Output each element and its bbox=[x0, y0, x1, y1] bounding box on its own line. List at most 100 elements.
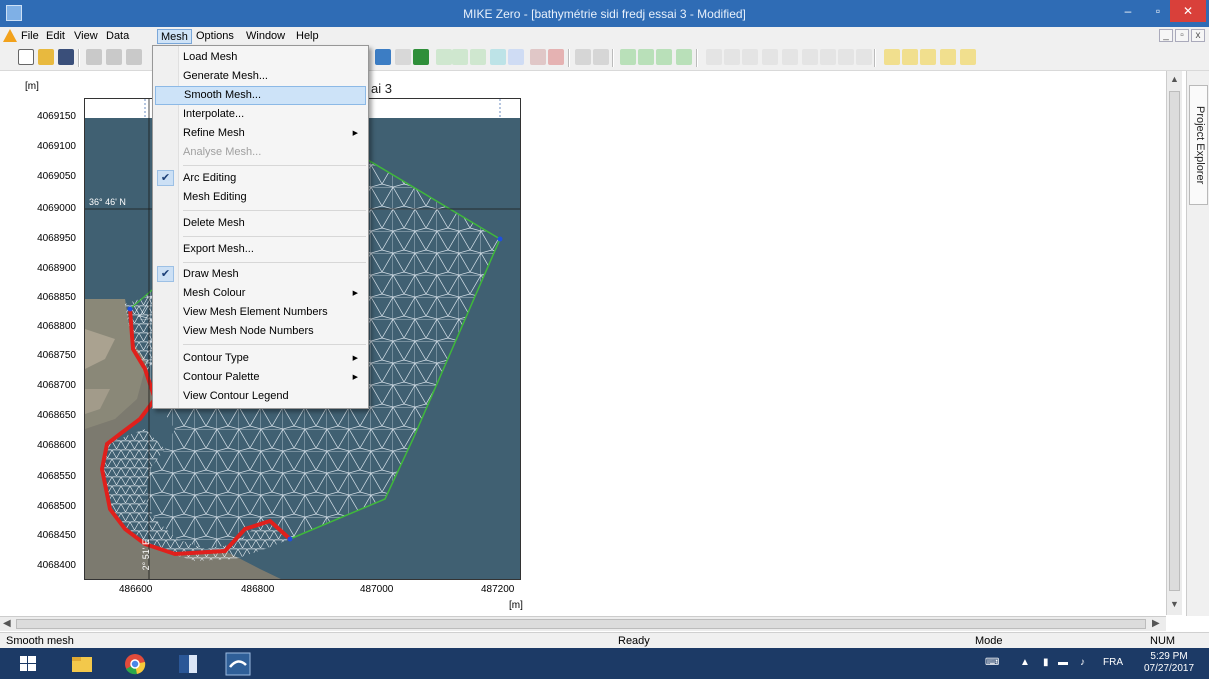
vertical-scroll-thumb[interactable] bbox=[1169, 91, 1180, 591]
chrome-icon[interactable] bbox=[115, 651, 155, 677]
node-pen-icon[interactable] bbox=[530, 49, 546, 65]
mike-zero-taskbar-icon[interactable] bbox=[218, 651, 258, 677]
polygon-edit-icon[interactable] bbox=[508, 49, 524, 65]
save-icon[interactable] bbox=[58, 49, 74, 65]
word-icon[interactable] bbox=[168, 651, 208, 677]
menu-item-arc-editing[interactable]: ✔ Arc Editing bbox=[155, 169, 366, 188]
close-button[interactable]: ✕ bbox=[1170, 0, 1206, 22]
polygon-icon[interactable] bbox=[490, 49, 506, 65]
mesh-nodes-3-icon[interactable] bbox=[656, 49, 672, 65]
draw-line-icon[interactable] bbox=[452, 49, 468, 65]
menu-item-contour-palette[interactable]: Contour Palette ▶ bbox=[155, 368, 366, 387]
mesh-dropdown-menu: Load Mesh Generate Mesh... Smooth Mesh..… bbox=[152, 45, 369, 409]
draw-arc-icon[interactable] bbox=[436, 49, 452, 65]
project-explorer-tab[interactable]: Project Explorer bbox=[1189, 85, 1208, 205]
menu-item-view-contour-legend[interactable]: View Contour Legend bbox=[155, 387, 366, 406]
select-arrow-icon[interactable] bbox=[375, 49, 391, 65]
doc-tool-2-icon[interactable] bbox=[902, 49, 918, 65]
disabled-tool-9-icon[interactable] bbox=[856, 49, 872, 65]
disabled-tool-4-icon[interactable] bbox=[762, 49, 778, 65]
mesh-nodes-icon[interactable] bbox=[620, 49, 636, 65]
menu-item-mesh-colour[interactable]: Mesh Colour ▶ bbox=[155, 284, 366, 303]
menu-window[interactable]: Window bbox=[243, 29, 288, 44]
menu-help[interactable]: Help bbox=[293, 29, 322, 44]
mesh-nodes-2-icon[interactable] bbox=[638, 49, 654, 65]
menu-item-draw-mesh[interactable]: ✔ Draw Mesh bbox=[155, 265, 366, 284]
menu-item-view-element-numbers[interactable]: View Mesh Element Numbers bbox=[155, 303, 366, 322]
horizontal-scrollbar[interactable]: ◀ ▶ bbox=[0, 616, 1166, 631]
scroll-left-icon[interactable]: ◀ bbox=[3, 618, 11, 629]
open-folder-icon[interactable] bbox=[38, 49, 54, 65]
menu-item-interpolate[interactable]: Interpolate... bbox=[155, 105, 366, 124]
menu-item-view-node-numbers[interactable]: View Mesh Node Numbers bbox=[155, 322, 366, 341]
pointer-tool-icon[interactable] bbox=[395, 49, 411, 65]
status-bar: Smooth mesh Ready Mode NUM bbox=[0, 632, 1209, 648]
menu-view[interactable]: View bbox=[71, 29, 101, 44]
menu-file[interactable]: File bbox=[18, 29, 42, 44]
battery-icon[interactable]: ▮ bbox=[1043, 657, 1049, 668]
language-indicator[interactable]: FRA bbox=[1103, 657, 1123, 668]
submenu-arrow-icon: ▶ bbox=[352, 130, 358, 137]
binoculars-icon[interactable] bbox=[575, 49, 591, 65]
mike-zero-icon[interactable] bbox=[3, 29, 17, 42]
print-icon[interactable] bbox=[593, 49, 609, 65]
menu-item-generate-mesh[interactable]: Generate Mesh... bbox=[155, 67, 366, 86]
keyboard-icon[interactable]: ⌨ bbox=[985, 657, 999, 668]
menu-item-label: Analyse Mesh... bbox=[183, 146, 262, 158]
windows-start-icon[interactable] bbox=[8, 651, 48, 677]
menu-item-refine-mesh[interactable]: Refine Mesh ▶ bbox=[155, 124, 366, 143]
mdi-minimize-button[interactable]: _ bbox=[1159, 29, 1173, 42]
minimize-button[interactable]: – bbox=[1113, 0, 1143, 22]
disabled-tool-1-icon[interactable] bbox=[706, 49, 722, 65]
doc-tool-5-icon[interactable] bbox=[960, 49, 976, 65]
system-clock[interactable]: 5:29 PM 07/27/2017 bbox=[1144, 651, 1194, 675]
add-vertex-icon[interactable] bbox=[413, 49, 429, 65]
network-icon[interactable]: ▬ bbox=[1058, 657, 1068, 668]
horizontal-scroll-thumb[interactable] bbox=[16, 619, 1146, 629]
menu-separator bbox=[183, 236, 366, 237]
disabled-tool-7-icon[interactable] bbox=[820, 49, 836, 65]
file-explorer-icon[interactable] bbox=[62, 651, 102, 677]
disabled-tool-6-icon[interactable] bbox=[802, 49, 818, 65]
scroll-down-icon[interactable]: ▼ bbox=[1170, 599, 1179, 609]
maximize-button[interactable]: ▫ bbox=[1143, 0, 1173, 22]
menu-item-mesh-editing[interactable]: Mesh Editing bbox=[155, 188, 366, 207]
doc-tool-3-icon[interactable] bbox=[920, 49, 936, 65]
x-tick-label: 487200 bbox=[481, 584, 515, 595]
toolbar-separator bbox=[568, 49, 570, 67]
menu-edit[interactable]: Edit bbox=[43, 29, 68, 44]
scroll-up-icon[interactable]: ▲ bbox=[1170, 74, 1179, 84]
copy-icon[interactable] bbox=[106, 49, 122, 65]
new-file-icon[interactable] bbox=[18, 49, 34, 65]
tray-expand-icon[interactable]: ▲ bbox=[1020, 657, 1030, 668]
disabled-tool-8-icon[interactable] bbox=[838, 49, 854, 65]
menu-mesh[interactable]: Mesh bbox=[157, 29, 192, 44]
menu-options[interactable]: Options bbox=[193, 29, 237, 44]
mdi-restore-button[interactable]: ▫ bbox=[1175, 29, 1189, 42]
disabled-tool-3-icon[interactable] bbox=[742, 49, 758, 65]
menu-data[interactable]: Data bbox=[103, 29, 132, 44]
menu-item-label: Draw Mesh bbox=[183, 268, 239, 280]
disabled-tool-2-icon[interactable] bbox=[724, 49, 740, 65]
disabled-tool-5-icon[interactable] bbox=[782, 49, 798, 65]
scroll-right-icon[interactable]: ▶ bbox=[1152, 618, 1160, 629]
menu-item-export-mesh[interactable]: Export Mesh... bbox=[155, 240, 366, 259]
doc-tool-1-icon[interactable] bbox=[884, 49, 900, 65]
menu-item-label: Mesh Editing bbox=[183, 191, 247, 203]
menu-item-load-mesh[interactable]: Load Mesh bbox=[155, 48, 366, 67]
status-ready: Ready bbox=[618, 635, 650, 647]
delete-pen-icon[interactable] bbox=[548, 49, 564, 65]
menu-item-delete-mesh[interactable]: Delete Mesh bbox=[155, 214, 366, 233]
menu-item-contour-type[interactable]: Contour Type ▶ bbox=[155, 349, 366, 368]
edit-arc-icon[interactable] bbox=[470, 49, 486, 65]
vertical-scrollbar[interactable]: ▲ ▼ bbox=[1166, 71, 1182, 615]
paste-icon[interactable] bbox=[126, 49, 142, 65]
volume-icon[interactable]: ♪ bbox=[1080, 657, 1085, 668]
menu-item-smooth-mesh[interactable]: Smooth Mesh... bbox=[155, 86, 366, 105]
menu-item-analyse-mesh[interactable]: Analyse Mesh... bbox=[155, 143, 366, 162]
doc-tool-4-icon[interactable] bbox=[940, 49, 956, 65]
window-title: MIKE Zero - [bathymétrie sidi fredj essa… bbox=[463, 7, 746, 21]
cut-icon[interactable] bbox=[86, 49, 102, 65]
mdi-close-button[interactable]: x bbox=[1191, 29, 1205, 42]
mesh-nodes-4-icon[interactable] bbox=[676, 49, 692, 65]
